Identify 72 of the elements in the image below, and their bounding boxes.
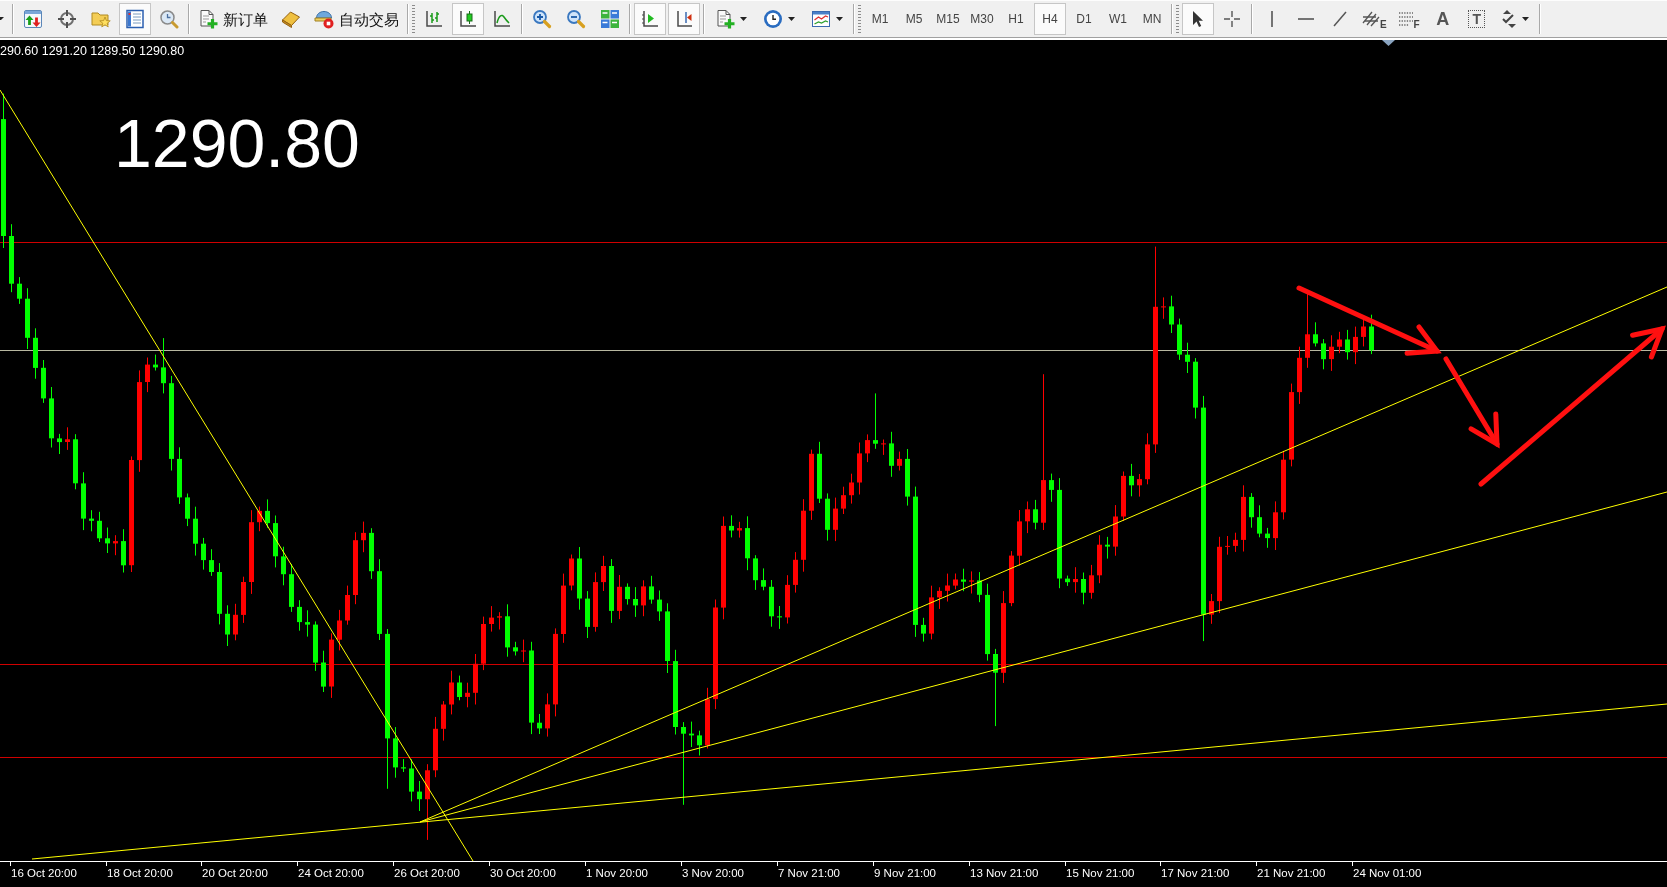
dotted-lines-button[interactable]: F <box>1392 3 1425 35</box>
current-price-label: 1290.80 <box>114 105 360 181</box>
time-label: 30 Oct 20:00 <box>490 867 556 879</box>
caret-icon[interactable] <box>0 17 4 21</box>
toolbar-grip[interactable] <box>858 5 861 33</box>
clock-icon <box>763 9 783 29</box>
caret-icon <box>788 17 795 21</box>
cursor-icon <box>1192 10 1204 28</box>
axes-triangle-icon <box>640 9 660 29</box>
text-button[interactable]: A <box>1426 3 1459 35</box>
zoom-in-icon <box>532 9 552 29</box>
caret-icon <box>740 17 747 21</box>
timeframe-button[interactable]: M15 <box>932 3 964 35</box>
time-label: 15 Nov 21:00 <box>1066 867 1135 879</box>
caret-icon <box>836 17 843 21</box>
folder-star-icon <box>91 9 111 29</box>
timeframe-button[interactable]: M1 <box>864 3 896 35</box>
new-order-button[interactable]: 新订单 <box>193 3 273 35</box>
book-icon <box>281 9 301 29</box>
toolbar-grip[interactable] <box>1176 5 1179 33</box>
axes-arrow-icon <box>674 9 694 29</box>
ohlc-readout: 290.60 1291.20 1289.50 1290.80 <box>0 44 185 58</box>
caret-icon <box>1521 17 1529 21</box>
time-label: 24 Oct 20:00 <box>298 867 364 879</box>
auto-scroll-button[interactable] <box>668 3 700 35</box>
timeframe-button[interactable]: M5 <box>898 3 930 35</box>
time-label: 7 Nov 21:00 <box>778 867 840 879</box>
magnifier-icon <box>159 9 179 29</box>
timeframe-button[interactable]: W1 <box>1102 3 1134 35</box>
arrows-check-icon <box>1501 9 1517 29</box>
timeframe-button[interactable]: MN <box>1136 3 1168 35</box>
time-label: 21 Nov 21:00 <box>1257 867 1326 879</box>
timeframe-button[interactable]: D1 <box>1068 3 1100 35</box>
zoom-out-icon <box>566 9 586 29</box>
timeframe-button[interactable]: H4 <box>1034 3 1066 35</box>
chart-shift-button[interactable] <box>634 3 666 35</box>
cap-stop-icon <box>314 9 334 29</box>
auto-trading-button[interactable]: 自动交易 <box>309 3 404 35</box>
time-label: 17 Nov 21:00 <box>1161 867 1230 879</box>
window-list-button[interactable] <box>119 3 151 35</box>
candlestick-button[interactable] <box>452 3 484 35</box>
time-label: 3 Nov 20:00 <box>682 867 744 879</box>
time-label: 26 Oct 20:00 <box>394 867 460 879</box>
cursor-button[interactable] <box>1182 3 1214 35</box>
time-label: 24 Nov 01:00 <box>1353 867 1422 879</box>
window-list-icon <box>125 9 145 29</box>
candlestick-icon <box>458 9 478 29</box>
time-label: 1 Nov 20:00 <box>586 867 648 879</box>
toolbar-grip[interactable] <box>412 5 415 33</box>
arrows-window-icon <box>23 9 43 29</box>
text-label-button[interactable]: T <box>1460 3 1493 35</box>
document-plus-icon <box>715 9 735 29</box>
document-plus-icon <box>198 9 218 29</box>
diagonal-line-icon <box>1333 11 1347 27</box>
horizontal-line-icon <box>1298 18 1314 20</box>
line-chart-icon <box>492 9 512 29</box>
timeframe-button[interactable]: H1 <box>1000 3 1032 35</box>
crosshair-icon <box>1224 11 1240 27</box>
timeframe-button[interactable]: M30 <box>966 3 998 35</box>
vertical-line-icon <box>1271 11 1273 27</box>
dotted-lines-icon <box>1397 12 1414 26</box>
time-label: 16 Oct 20:00 <box>11 867 77 879</box>
time-label: 9 Nov 21:00 <box>874 867 936 879</box>
time-label: 20 Oct 20:00 <box>202 867 268 879</box>
hatched-lines-button[interactable]: E <box>1358 3 1391 35</box>
time-label: 13 Nov 21:00 <box>970 867 1039 879</box>
hatched-lines-icon <box>1362 11 1380 27</box>
target-icon <box>57 9 77 29</box>
time-label: 18 Oct 20:00 <box>107 867 173 879</box>
chart-window-icon <box>811 9 831 29</box>
bar-chart-icon <box>424 9 444 29</box>
tiles-icon <box>600 9 620 29</box>
